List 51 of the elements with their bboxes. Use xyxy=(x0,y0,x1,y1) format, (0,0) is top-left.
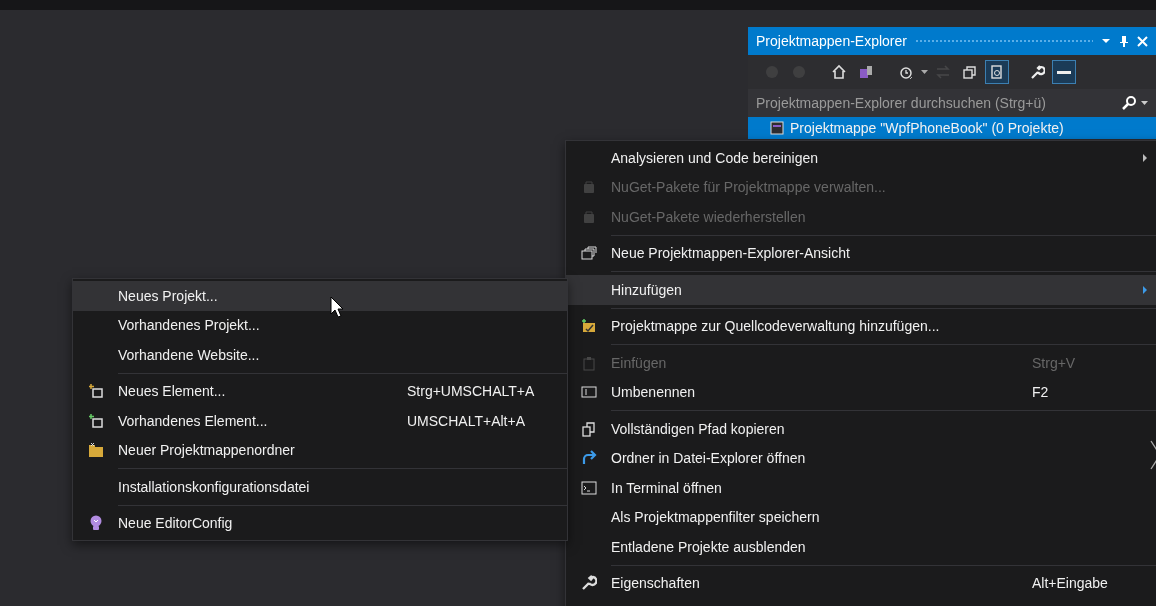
dash-toolbar-button[interactable] xyxy=(1052,60,1076,84)
copy-icon xyxy=(962,64,978,80)
menu-item[interactable]: Neues Element... Strg+UMSCHALT+A xyxy=(73,376,567,406)
menu-item[interactable]: Ordner in Datei-Explorer öffnen xyxy=(566,443,1156,473)
menu-item[interactable]: In Terminal öffnen xyxy=(566,473,1156,503)
dropdown-icon[interactable] xyxy=(1101,36,1111,46)
solution-icon xyxy=(770,121,784,135)
clock-icon xyxy=(898,64,914,80)
menu-item[interactable]: Vorhandenes Projekt... xyxy=(73,310,567,340)
menu-item[interactable]: Als Projektmappenfilter speichern xyxy=(566,502,1156,532)
caret-icon[interactable] xyxy=(1141,100,1148,106)
window-icon xyxy=(858,64,874,80)
menu-item[interactable]: Neues Projekt... xyxy=(73,281,567,311)
search-field[interactable]: Projektmappen-Explorer durchsuchen (Strg+ü) xyxy=(748,89,1156,117)
menu-item[interactable]: Hinzufügen xyxy=(566,275,1156,305)
close-icon[interactable] xyxy=(1137,35,1148,47)
menu-item[interactable]: Entladene Projekte ausblenden xyxy=(566,532,1156,562)
rename-icon xyxy=(580,384,597,401)
menu-item[interactable]: Umbenennen F2 xyxy=(566,377,1156,407)
new-item-icon xyxy=(87,383,104,400)
menu-item[interactable]: Neue Projektmappen-Explorer-Ansicht xyxy=(566,238,1156,268)
menu-item[interactable]: Analysieren und Code bereinigen xyxy=(566,143,1156,173)
menu-item[interactable]: Eigenschaften Alt+Eingabe xyxy=(566,568,1156,598)
document-icon xyxy=(989,64,1005,80)
folder-icon xyxy=(87,442,104,459)
wrench-icon xyxy=(1029,64,1045,80)
terminal-icon xyxy=(580,479,597,496)
panel-title: Projektmappen-Explorer xyxy=(756,33,907,49)
cursor-icon xyxy=(330,296,344,318)
menu-item[interactable]: Neuer Projektmappenordner xyxy=(73,435,567,465)
wrench-icon xyxy=(580,575,597,592)
copy-icon xyxy=(580,420,597,437)
menu-item[interactable]: Projektmappe zur Quellcodeverwaltung hinzufügen... xyxy=(566,311,1156,341)
menu-item[interactable]: Vorhandene Website... xyxy=(73,340,567,370)
minus-icon xyxy=(1057,70,1071,74)
arrow-icon xyxy=(580,450,597,467)
menu-item[interactable]: Vorhandenes Element... UMSCHALT+Alt+A xyxy=(73,406,567,436)
menu-item[interactable]: Vollständigen Pfad kopieren xyxy=(566,414,1156,444)
search-icon[interactable] xyxy=(1121,95,1137,111)
pin-icon[interactable] xyxy=(1119,35,1129,47)
files-toolbar-button[interactable] xyxy=(985,60,1009,84)
menu-item[interactable]: Installationskonfigurationsdatei xyxy=(73,472,567,502)
home-icon xyxy=(831,64,847,80)
arrows-icon xyxy=(935,64,951,80)
tree-item[interactable]: Projektmappe "WpfPhoneBook" (0 Projekte) xyxy=(748,117,1156,139)
windows-icon xyxy=(580,245,597,262)
menu-item[interactable]: Neue EditorConfig xyxy=(73,508,567,538)
folder-plus-icon xyxy=(580,318,597,335)
clipboard-icon xyxy=(580,354,597,371)
caret-icon[interactable] xyxy=(921,69,928,75)
new-item-icon xyxy=(87,412,104,429)
